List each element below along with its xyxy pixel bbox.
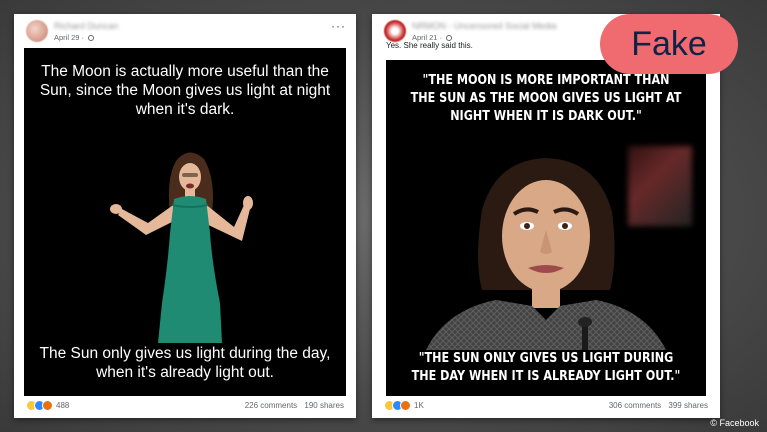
author-avatar[interactable] bbox=[26, 20, 48, 42]
engagement-counts: 306 comments 399 shares bbox=[604, 401, 708, 410]
post-date[interactable]: April 29 · bbox=[54, 33, 95, 42]
meme-bottom-text: "THE SUN ONLY GIVES US LIGHT DURING THE … bbox=[411, 351, 681, 384]
angry-reaction-icon bbox=[400, 400, 411, 411]
image-credit: © Facebook bbox=[710, 418, 759, 428]
reactions-summary[interactable]: 1K bbox=[384, 400, 424, 411]
reactions-summary[interactable]: 488 bbox=[26, 400, 69, 411]
facebook-post-left: Richard Duncan April 29 · ··· The Moon i… bbox=[14, 14, 356, 418]
author-name[interactable]: Richard Duncan bbox=[54, 21, 119, 31]
globe-icon bbox=[88, 35, 95, 42]
post-caption: Yes. She really said this. bbox=[386, 41, 473, 50]
post-footer: 1K 306 comments 399 shares bbox=[372, 396, 720, 418]
comments-count[interactable]: 226 comments bbox=[245, 401, 297, 410]
post-date-text[interactable]: April 29 bbox=[54, 33, 79, 42]
post-footer: 488 226 comments 190 shares bbox=[14, 396, 356, 418]
shares-count[interactable]: 190 shares bbox=[304, 401, 344, 410]
meme-image[interactable]: "THE MOON IS MORE IMPORTANT THAN THE SUN… bbox=[386, 60, 706, 396]
facebook-post-right: NRMON - Uncensored Social Media April 21… bbox=[372, 14, 720, 418]
meme-top-text: "THE MOON IS MORE IMPORTANT THAN THE SUN… bbox=[410, 73, 682, 124]
reactions-count[interactable]: 488 bbox=[56, 401, 69, 410]
reactions-count[interactable]: 1K bbox=[414, 401, 424, 410]
meme-top-text: The Moon is actually more useful than th… bbox=[39, 63, 331, 118]
meme-image[interactable]: The Moon is actually more useful than th… bbox=[24, 48, 346, 396]
author-name[interactable]: NRMON - Uncensored Social Media bbox=[412, 21, 557, 31]
angry-reaction-icon bbox=[42, 400, 53, 411]
shares-count[interactable]: 399 shares bbox=[668, 401, 708, 410]
author-avatar[interactable] bbox=[384, 20, 406, 42]
comments-count[interactable]: 306 comments bbox=[609, 401, 661, 410]
woman-green-dress-photo bbox=[110, 152, 253, 343]
post-header: Richard Duncan April 29 · ··· bbox=[14, 14, 356, 48]
more-options-icon[interactable]: ··· bbox=[331, 20, 346, 32]
fake-label-badge: Fake bbox=[600, 14, 738, 74]
meme-bottom-text: The Sun only gives us light during the d… bbox=[39, 345, 331, 381]
blurred-region bbox=[628, 146, 692, 226]
engagement-counts: 226 comments 190 shares bbox=[240, 401, 344, 410]
